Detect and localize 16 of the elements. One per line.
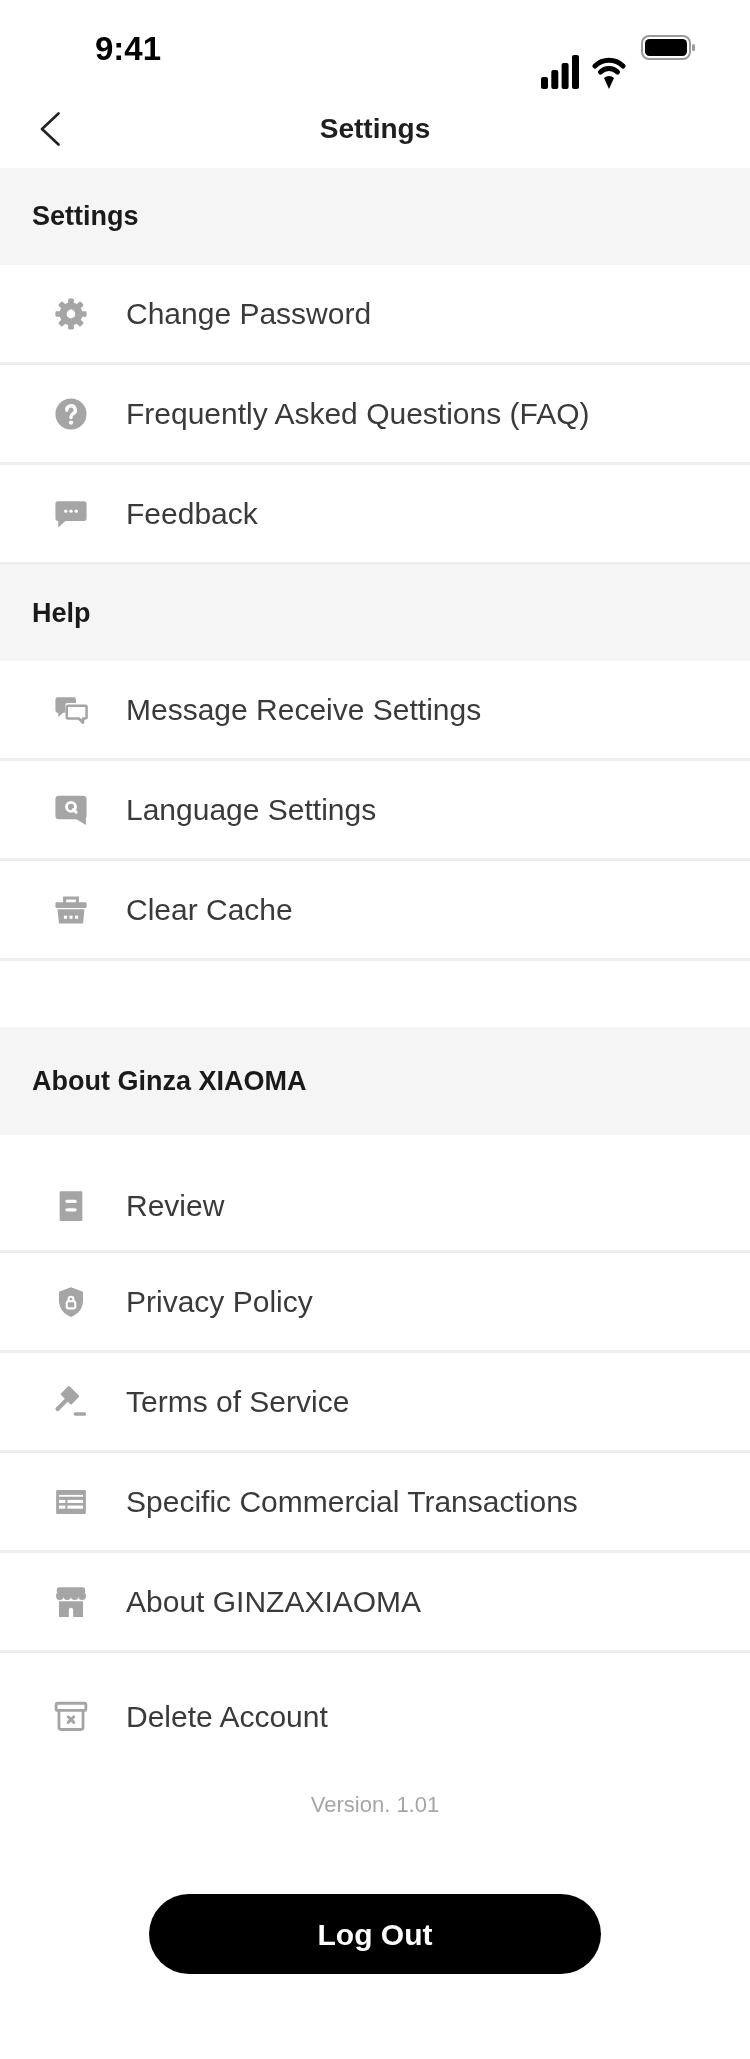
back-icon[interactable] bbox=[40, 112, 60, 146]
gavel-icon bbox=[54, 1384, 88, 1419]
version-text: Version. 1.01 bbox=[310, 1792, 440, 1818]
section-header: Settings bbox=[0, 168, 750, 265]
battery-icon bbox=[641, 35, 695, 60]
help-icon bbox=[54, 396, 88, 431]
page-title: Settings bbox=[319, 112, 431, 146]
signal-icon bbox=[541, 55, 579, 89]
status-time: 9:41 bbox=[95, 30, 162, 68]
logout-button[interactable]: Log Out bbox=[149, 1894, 601, 1974]
gear-icon bbox=[54, 296, 88, 331]
archive-box-icon bbox=[54, 1699, 88, 1733]
wifi-icon bbox=[592, 55, 626, 89]
section-header: Help bbox=[0, 565, 750, 661]
store-icon bbox=[54, 1584, 88, 1619]
section-header: About Ginza XIAOMA bbox=[0, 1027, 750, 1135]
